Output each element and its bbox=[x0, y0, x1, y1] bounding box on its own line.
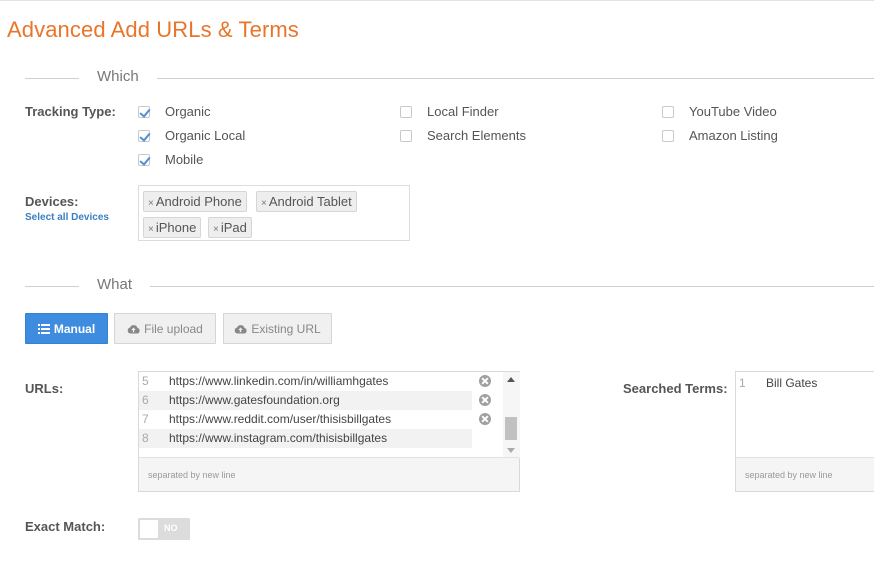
urls-label: URLs: bbox=[25, 381, 64, 396]
terms-hint: separated by new line bbox=[745, 470, 833, 480]
section-divider bbox=[150, 286, 874, 287]
term-text: Bill Gates bbox=[766, 376, 818, 390]
url-text: https://www.instagram.com/thisisbillgate… bbox=[169, 431, 388, 445]
searched-terms-label: Searched Terms: bbox=[623, 381, 728, 396]
section-divider bbox=[25, 78, 79, 79]
which-heading: Which bbox=[97, 68, 139, 85]
url-line: 5 https://www.linkedin.com/in/williamhga… bbox=[139, 372, 472, 391]
remove-tag-icon[interactable]: × bbox=[213, 224, 219, 235]
what-section-header: What bbox=[25, 276, 874, 296]
checkbox-mobile[interactable]: Mobile bbox=[138, 152, 203, 167]
url-text: https://www.gatesfoundation.org bbox=[169, 393, 340, 407]
checkbox-checked-icon[interactable] bbox=[138, 129, 150, 142]
tab-manual[interactable]: Manual bbox=[25, 313, 108, 344]
scroll-down-arrow-icon[interactable] bbox=[507, 448, 515, 453]
which-section-header: Which bbox=[25, 68, 874, 88]
checkbox-amazon-listing[interactable]: Amazon Listing bbox=[662, 128, 778, 143]
line-number: 5 bbox=[142, 374, 149, 388]
list-icon bbox=[37, 323, 50, 334]
scroll-thumb[interactable] bbox=[505, 417, 517, 440]
device-tag-ipad: × iPad bbox=[208, 217, 252, 238]
urls-textarea[interactable]: 5 https://www.linkedin.com/in/williamhga… bbox=[138, 371, 520, 492]
device-tag-label: Android Phone bbox=[155, 194, 242, 209]
select-all-devices-link[interactable]: Select all Devices bbox=[25, 212, 109, 223]
checkbox-organic[interactable]: Organic bbox=[138, 104, 211, 119]
line-number: 7 bbox=[142, 412, 149, 426]
top-divider bbox=[0, 0, 874, 1]
remove-tag-icon[interactable]: × bbox=[148, 198, 154, 209]
remove-url-icon[interactable] bbox=[479, 413, 491, 425]
urls-hint-bar: separated by new line bbox=[139, 457, 519, 491]
devices-select[interactable]: × Android Phone × Android Tablet × iPhone ×… bbox=[138, 185, 410, 241]
urls-scrollbar[interactable] bbox=[503, 372, 520, 458]
exact-match-toggle[interactable]: NO bbox=[138, 518, 190, 540]
remove-url-icon[interactable] bbox=[479, 375, 491, 387]
cloud-upload-icon bbox=[127, 324, 140, 333]
url-text: https://www.reddit.com/user/thisisbillga… bbox=[169, 412, 392, 426]
term-line: 1 Bill Gates bbox=[736, 374, 874, 393]
remove-tag-icon[interactable]: × bbox=[261, 198, 267, 209]
toggle-state-text: NO bbox=[164, 523, 178, 533]
terms-hint-bar: separated by new line bbox=[736, 457, 874, 491]
line-number: 1 bbox=[739, 376, 746, 390]
checkbox-label: Local Finder bbox=[427, 104, 499, 119]
tracking-type-label: Tracking Type: bbox=[25, 104, 116, 119]
checkbox-checked-icon[interactable] bbox=[138, 105, 150, 118]
urls-hint: separated by new line bbox=[148, 470, 236, 480]
toggle-knob bbox=[140, 520, 158, 538]
exact-match-label: Exact Match: bbox=[25, 519, 106, 534]
line-number: 8 bbox=[142, 431, 149, 445]
device-tag-label: iPhone bbox=[155, 220, 197, 235]
devices-label: Devices: bbox=[25, 194, 79, 209]
url-line: 6 https://www.gatesfoundation.org bbox=[139, 391, 472, 410]
cloud-upload-icon bbox=[235, 324, 247, 333]
remove-tag-icon[interactable]: × bbox=[148, 224, 154, 235]
checkbox-unchecked-icon[interactable] bbox=[400, 105, 412, 118]
tab-label: Manual bbox=[53, 321, 96, 336]
checkbox-organic-local[interactable]: Organic Local bbox=[138, 128, 245, 143]
checkbox-label: YouTube Video bbox=[689, 104, 777, 119]
remove-url-icon[interactable] bbox=[479, 394, 491, 406]
device-tag-label: Android Tablet bbox=[268, 194, 352, 209]
tab-label: File upload bbox=[144, 321, 203, 336]
checkbox-label: Organic Local bbox=[165, 128, 246, 143]
checkbox-unchecked-icon[interactable] bbox=[662, 105, 674, 118]
checkbox-search-elements[interactable]: Search Elements bbox=[400, 128, 526, 143]
tab-label: Existing URL bbox=[251, 321, 321, 336]
checkbox-label: Mobile bbox=[165, 152, 204, 167]
page-title: Advanced Add URLs & Terms bbox=[7, 17, 299, 42]
section-divider bbox=[25, 286, 79, 287]
tab-file-upload[interactable]: File upload bbox=[114, 313, 216, 344]
checkbox-unchecked-icon[interactable] bbox=[400, 129, 412, 142]
what-heading: What bbox=[97, 276, 133, 293]
url-text: https://www.linkedin.com/in/williamhgate… bbox=[169, 374, 389, 388]
tab-existing-url[interactable]: Existing URL bbox=[223, 313, 332, 344]
scroll-up-arrow-icon[interactable] bbox=[507, 377, 515, 382]
checkbox-label: Amazon Listing bbox=[689, 128, 778, 143]
checkbox-label: Organic bbox=[165, 104, 211, 119]
url-line: 7 https://www.reddit.com/user/thisisbill… bbox=[139, 410, 472, 429]
checkbox-checked-icon[interactable] bbox=[138, 153, 150, 166]
line-number: 6 bbox=[142, 393, 149, 407]
device-tag-label: iPad bbox=[220, 220, 247, 235]
checkbox-local-finder[interactable]: Local Finder bbox=[400, 104, 499, 119]
url-line: 8 https://www.instagram.com/thisisbillga… bbox=[139, 429, 472, 448]
checkbox-unchecked-icon[interactable] bbox=[662, 129, 674, 142]
checkbox-youtube-video[interactable]: YouTube Video bbox=[662, 104, 777, 119]
section-divider bbox=[157, 78, 874, 79]
checkbox-label: Search Elements bbox=[427, 128, 526, 143]
device-tag-android-tablet: × Android Tablet bbox=[256, 191, 357, 212]
device-tag-iphone: × iPhone bbox=[143, 217, 202, 238]
searched-terms-textarea[interactable]: 1 Bill Gates separated by new line bbox=[735, 371, 874, 492]
device-tag-android-phone: × Android Phone bbox=[143, 191, 247, 212]
